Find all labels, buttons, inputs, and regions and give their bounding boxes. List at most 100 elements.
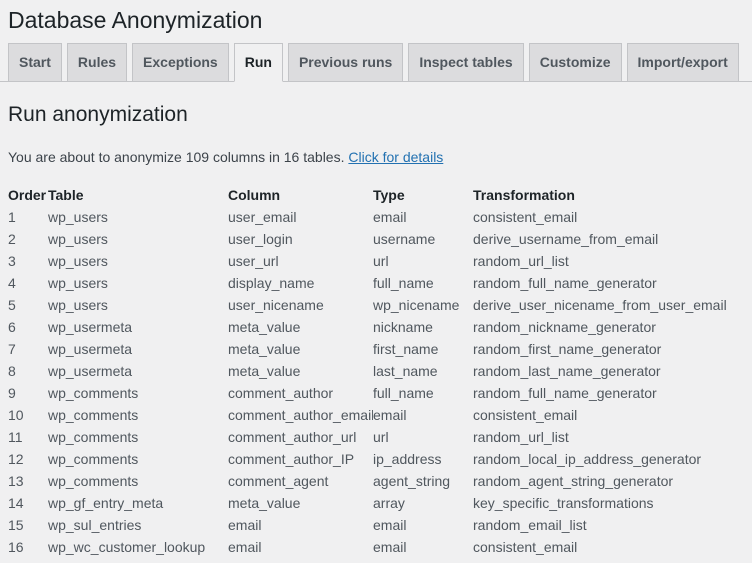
table-cell: email [373, 206, 473, 228]
table-cell: display_name [228, 272, 373, 294]
table-row: 3wp_usersuser_urlurlrandom_url_list [8, 250, 748, 272]
section-heading: Run anonymization [8, 102, 744, 128]
table-row: 4wp_usersdisplay_namefull_namerandom_ful… [8, 272, 748, 294]
column-header-table: Table [48, 184, 228, 206]
table-cell: user_login [228, 228, 373, 250]
tab-rules[interactable]: Rules [67, 43, 127, 82]
table-cell: 9 [8, 382, 48, 404]
table-cell: wp_usermeta [48, 338, 228, 360]
table-cell: user_url [228, 250, 373, 272]
tab-inspect-tables[interactable]: Inspect tables [408, 43, 523, 82]
details-link[interactable]: Click for details [348, 149, 443, 165]
column-header-order: Order [8, 184, 48, 206]
table-cell: 13 [8, 470, 48, 492]
table-cell: 2 [8, 228, 48, 250]
table-cell: random_nickname_generator [473, 316, 748, 338]
table-cell: 1 [8, 206, 48, 228]
tab-run[interactable]: Run [234, 43, 283, 82]
table-cell: wp_users [48, 272, 228, 294]
table-cell: random_local_ip_address_generator [473, 448, 748, 470]
table-cell: first_name [373, 338, 473, 360]
summary-sentence: You are about to anonymize 109 columns i… [8, 149, 345, 165]
table-cell: 5 [8, 294, 48, 316]
table-row: 1wp_usersuser_emailemailconsistent_email [8, 206, 748, 228]
table-row: 7wp_usermetameta_valuefirst_namerandom_f… [8, 338, 748, 360]
table-cell: meta_value [228, 338, 373, 360]
table-cell: random_full_name_generator [473, 272, 748, 294]
table-row: 12wp_commentscomment_author_IPip_address… [8, 448, 748, 470]
table-cell: 6 [8, 316, 48, 338]
table-cell: derive_username_from_email [473, 228, 748, 250]
table-row: 9wp_commentscomment_authorfull_namerando… [8, 382, 748, 404]
table-cell: username [373, 228, 473, 250]
table-cell: wp_users [48, 206, 228, 228]
table-row: 5wp_usersuser_nicenamewp_nicenamederive_… [8, 294, 748, 316]
table-cell: wp_gf_entry_meta [48, 492, 228, 514]
table-cell: array [373, 492, 473, 514]
tab-previous-runs[interactable]: Previous runs [288, 43, 403, 82]
table-cell: wp_users [48, 250, 228, 272]
column-header-type: Type [373, 184, 473, 206]
table-cell: wp_users [48, 294, 228, 316]
table-cell: random_first_name_generator [473, 338, 748, 360]
page-title: Database Anonymization [0, 0, 752, 35]
table-cell: wp_comments [48, 382, 228, 404]
table-cell: wp_usermeta [48, 360, 228, 382]
tab-start[interactable]: Start [8, 43, 62, 82]
table-cell: wp_comments [48, 448, 228, 470]
table-cell: full_name [373, 272, 473, 294]
table-row: 11wp_commentscomment_author_urlurlrandom… [8, 426, 748, 448]
table-body: 1wp_usersuser_emailemailconsistent_email… [8, 206, 748, 558]
table-row: 2wp_usersuser_loginusernamederive_userna… [8, 228, 748, 250]
table-cell: meta_value [228, 360, 373, 382]
tab-bar: StartRulesExceptionsRunPrevious runsInsp… [0, 43, 752, 82]
table-row: 8wp_usermetameta_valuelast_namerandom_la… [8, 360, 748, 382]
table-cell: wp_comments [48, 470, 228, 492]
run-tab-content: Run anonymization You are about to anony… [0, 102, 752, 558]
table-cell: last_name [373, 360, 473, 382]
table-row: 13wp_commentscomment_agentagent_stringra… [8, 470, 748, 492]
table-cell: comment_author_url [228, 426, 373, 448]
table-row: 15wp_sul_entriesemailemailrandom_email_l… [8, 514, 748, 536]
table-cell: 16 [8, 536, 48, 558]
tab-customize[interactable]: Customize [529, 43, 622, 82]
table-row: 16wp_wc_customer_lookupemailemailconsist… [8, 536, 748, 558]
table-cell: 7 [8, 338, 48, 360]
table-cell: comment_author [228, 382, 373, 404]
table-cell: wp_users [48, 228, 228, 250]
table-cell: consistent_email [473, 206, 748, 228]
table-cell: agent_string [373, 470, 473, 492]
table-cell: random_url_list [473, 426, 748, 448]
table-row: 10wp_commentscomment_author_emailemailco… [8, 404, 748, 426]
table-cell: random_email_list [473, 514, 748, 536]
table-cell: email [373, 404, 473, 426]
table-cell: 3 [8, 250, 48, 272]
column-header-column: Column [228, 184, 373, 206]
table-cell: 8 [8, 360, 48, 382]
anonymization-table: OrderTableColumnTypeTransformation 1wp_u… [8, 184, 748, 558]
table-cell: wp_usermeta [48, 316, 228, 338]
table-cell: wp_comments [48, 426, 228, 448]
table-header-row: OrderTableColumnTypeTransformation [8, 184, 748, 206]
summary-text: You are about to anonymize 109 columns i… [8, 148, 744, 166]
table-cell: user_nicename [228, 294, 373, 316]
table-cell: wp_comments [48, 404, 228, 426]
table-cell: random_full_name_generator [473, 382, 748, 404]
table-cell: comment_author_email [228, 404, 373, 426]
table-cell: url [373, 426, 473, 448]
table-cell: 10 [8, 404, 48, 426]
table-row: 14wp_gf_entry_metameta_valuearraykey_spe… [8, 492, 748, 514]
table-cell: random_agent_string_generator [473, 470, 748, 492]
table-cell: 11 [8, 426, 48, 448]
table-cell: meta_value [228, 316, 373, 338]
table-cell: comment_agent [228, 470, 373, 492]
table-cell: 15 [8, 514, 48, 536]
table-cell: 4 [8, 272, 48, 294]
table-row: 6wp_usermetameta_valuenicknamerandom_nic… [8, 316, 748, 338]
table-cell: 12 [8, 448, 48, 470]
table-cell: meta_value [228, 492, 373, 514]
tab-import-export[interactable]: Import/export [627, 43, 739, 82]
table-cell: comment_author_IP [228, 448, 373, 470]
table-cell: random_url_list [473, 250, 748, 272]
tab-exceptions[interactable]: Exceptions [132, 43, 229, 82]
